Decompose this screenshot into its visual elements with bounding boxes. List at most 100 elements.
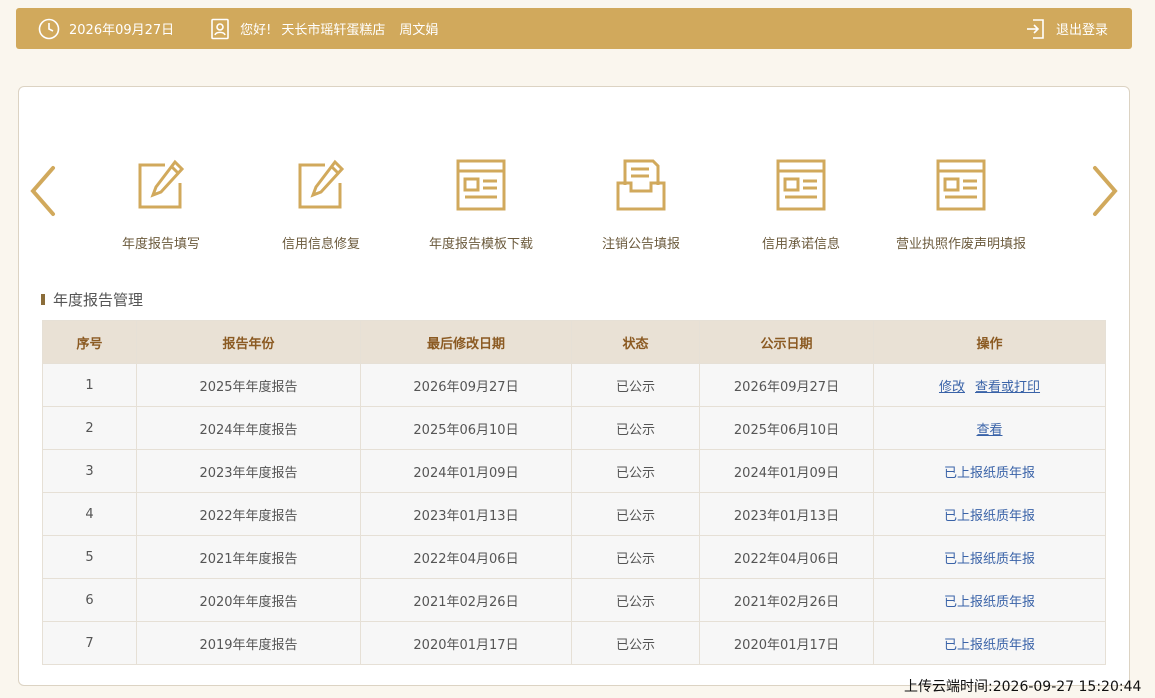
user-name: 周文娟 xyxy=(399,23,439,38)
cell-status: 已公示 xyxy=(571,449,700,493)
cell-action: 已上报纸质年报 xyxy=(873,578,1106,622)
paper-report-link[interactable]: 已上报纸质年报 xyxy=(944,595,1035,610)
cell-year: 2025年年度报告 xyxy=(136,363,361,407)
paper-report-link[interactable]: 已上报纸质年报 xyxy=(944,638,1035,653)
menu-item-label: 年度报告填写 xyxy=(121,237,200,252)
table-row: 5 2021年年度报告 2022年04月06日 已公示 2022年04月06日 … xyxy=(42,535,1106,579)
cell-action: 修改 查看或打印 xyxy=(873,363,1106,407)
cell-status: 已公示 xyxy=(571,492,700,536)
cell-action: 已上报纸质年报 xyxy=(873,535,1106,579)
cell-year: 2019年年度报告 xyxy=(136,621,361,665)
carousel-prev-button[interactable] xyxy=(27,165,61,217)
cell-modified: 2024年01月09日 xyxy=(360,449,572,493)
col-header-published: 公示日期 xyxy=(699,320,874,364)
annual-report-table: 序号 报告年份 最后修改日期 状态 公示日期 操作 1 2025年年度报告 20… xyxy=(42,320,1106,665)
shop-name: 天长市瑶轩蛋糕店 xyxy=(281,23,386,38)
section-marker xyxy=(41,294,45,305)
menu-item-credit-commitment[interactable]: 信用承诺信息 xyxy=(721,157,881,257)
cell-year: 2022年年度报告 xyxy=(136,492,361,536)
menu-item-label: 营业执照作废声明填报 xyxy=(895,237,1026,252)
edit-icon xyxy=(135,157,187,213)
menu-item-credit-repair[interactable]: 信用信息修复 xyxy=(241,157,401,257)
cell-status: 已公示 xyxy=(571,363,700,407)
document-icon xyxy=(775,157,827,213)
cell-modified: 2026年09月27日 xyxy=(360,363,572,407)
edit-link[interactable]: 修改 xyxy=(939,380,965,395)
cell-published: 2023年01月13日 xyxy=(699,492,874,536)
user-card-icon xyxy=(208,17,232,41)
paper-report-link[interactable]: 已上报纸质年报 xyxy=(944,466,1035,481)
col-header-no: 序号 xyxy=(42,320,137,364)
cell-action: 已上报纸质年报 xyxy=(873,449,1106,493)
cell-year: 2020年年度报告 xyxy=(136,578,361,622)
chevron-left-icon xyxy=(30,166,55,216)
cell-modified: 2021年02月26日 xyxy=(360,578,572,622)
greeting: 您好! xyxy=(240,23,272,38)
logout-icon xyxy=(1024,17,1048,41)
col-header-status: 状态 xyxy=(571,320,700,364)
cell-status: 已公示 xyxy=(571,578,700,622)
table-row: 6 2020年年度报告 2021年02月26日 已公示 2021年02月26日 … xyxy=(42,578,1106,622)
cell-action: 查看 xyxy=(873,406,1106,450)
clock-icon xyxy=(37,17,61,41)
table-row: 1 2025年年度报告 2026年09月27日 已公示 2026年09月27日 … xyxy=(42,363,1106,407)
cell-no: 4 xyxy=(42,492,137,536)
main-panel: 年度报告填写 信用信息修复 年度报告模板下载 注销公告填报 信用承诺信息 营业执… xyxy=(18,86,1130,686)
cell-year: 2024年年度报告 xyxy=(136,406,361,450)
carousel-next-button[interactable] xyxy=(1087,165,1121,217)
cell-published: 2022年04月06日 xyxy=(699,535,874,579)
date-display: 2026年09月27日 xyxy=(37,17,174,41)
chevron-right-icon xyxy=(1093,166,1118,216)
view-link[interactable]: 查看 xyxy=(976,423,1002,438)
cell-modified: 2020年01月17日 xyxy=(360,621,572,665)
cell-action: 已上报纸质年报 xyxy=(873,621,1106,665)
menu-item-annual-report-fill[interactable]: 年度报告填写 xyxy=(81,157,241,257)
menu-item-label: 注销公告填报 xyxy=(601,237,680,252)
paper-report-link[interactable]: 已上报纸质年报 xyxy=(944,552,1035,567)
document-icon xyxy=(935,157,987,213)
menu-item-label: 信用信息修复 xyxy=(281,237,360,252)
cell-action: 已上报纸质年报 xyxy=(873,492,1106,536)
cell-modified: 2022年04月06日 xyxy=(360,535,572,579)
function-menu: 年度报告填写 信用信息修复 年度报告模板下载 注销公告填报 信用承诺信息 营业执… xyxy=(81,157,1041,257)
cell-no: 7 xyxy=(42,621,137,665)
menu-item-label: 年度报告模板下载 xyxy=(428,237,533,252)
top-bar: 2026年09月27日 您好! 天长市瑶轩蛋糕店 周文娟 退出登录 xyxy=(16,8,1132,49)
table-row: 2 2024年年度报告 2025年06月10日 已公示 2025年06月10日 … xyxy=(42,406,1106,450)
cell-published: 2024年01月09日 xyxy=(699,449,874,493)
menu-item-label: 信用承诺信息 xyxy=(761,237,840,252)
col-header-action: 操作 xyxy=(873,320,1106,364)
cell-modified: 2025年06月10日 xyxy=(360,406,572,450)
cell-published: 2026年09月27日 xyxy=(699,363,874,407)
table-row: 4 2022年年度报告 2023年01月13日 已公示 2023年01月13日 … xyxy=(42,492,1106,536)
inbox-icon xyxy=(615,157,667,213)
section-title-text: 年度报告管理 xyxy=(53,291,144,309)
cell-modified: 2023年01月13日 xyxy=(360,492,572,536)
page: 2026年09月27日 您好! 天长市瑶轩蛋糕店 周文娟 退出登录 年度报告填写… xyxy=(0,0,1155,698)
cell-published: 2025年06月10日 xyxy=(699,406,874,450)
cell-year: 2023年年度报告 xyxy=(136,449,361,493)
logout-label: 退出登录 xyxy=(1055,23,1108,38)
paper-report-link[interactable]: 已上报纸质年报 xyxy=(944,509,1035,524)
cell-published: 2020年01月17日 xyxy=(699,621,874,665)
col-header-year: 报告年份 xyxy=(136,320,361,364)
table-header-row: 序号 报告年份 最后修改日期 状态 公示日期 操作 xyxy=(42,320,1106,364)
table-row: 3 2023年年度报告 2024年01月09日 已公示 2024年01月09日 … xyxy=(42,449,1106,493)
menu-item-template-download[interactable]: 年度报告模板下载 xyxy=(401,157,561,257)
menu-item-cancellation-notice[interactable]: 注销公告填报 xyxy=(561,157,721,257)
document-icon xyxy=(455,157,507,213)
cell-no: 6 xyxy=(42,578,137,622)
cell-no: 5 xyxy=(42,535,137,579)
cell-status: 已公示 xyxy=(571,535,700,579)
menu-item-license-void-declaration[interactable]: 营业执照作废声明填报 xyxy=(881,157,1041,257)
cell-no: 2 xyxy=(42,406,137,450)
current-date: 2026年09月27日 xyxy=(69,23,175,38)
view-print-link[interactable]: 查看或打印 xyxy=(975,380,1040,395)
user-info: 您好! 天长市瑶轩蛋糕店 周文娟 xyxy=(208,17,438,41)
logout-button[interactable]: 退出登录 xyxy=(1024,17,1108,41)
edit-icon xyxy=(295,157,347,213)
cell-status: 已公示 xyxy=(571,406,700,450)
cell-published: 2021年02月26日 xyxy=(699,578,874,622)
col-header-modified: 最后修改日期 xyxy=(360,320,572,364)
cell-no: 1 xyxy=(42,363,137,407)
